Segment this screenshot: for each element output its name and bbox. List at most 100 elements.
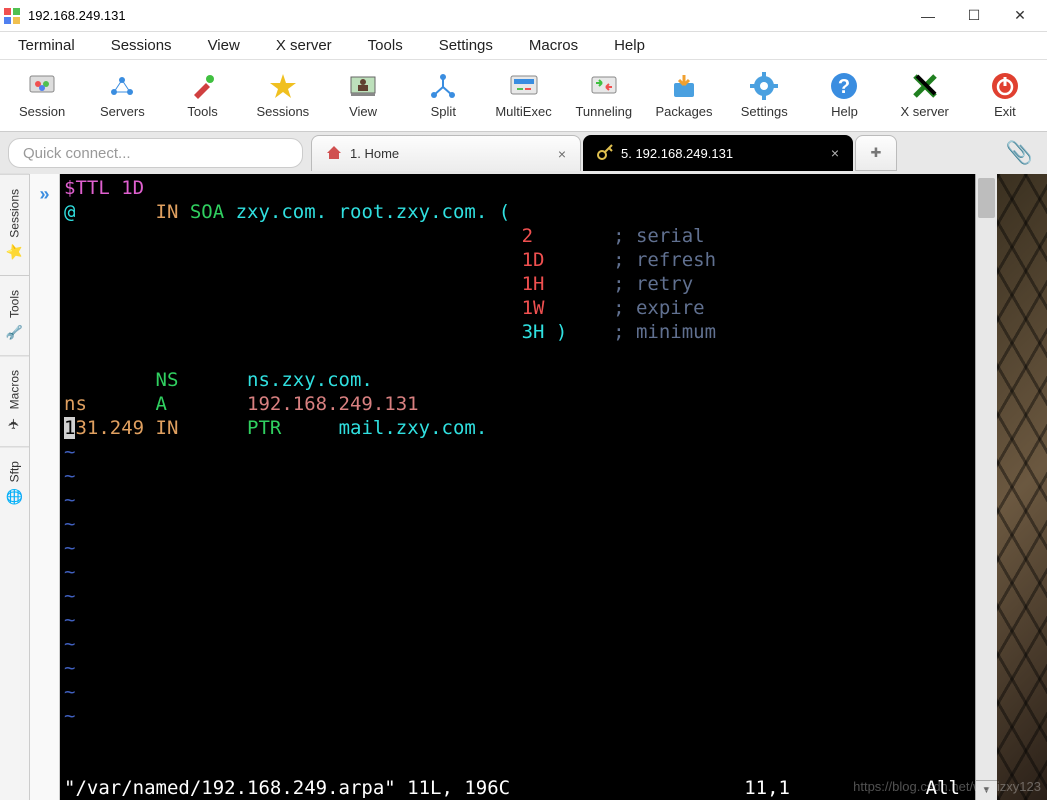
packages-icon [669, 72, 699, 100]
sidetab-label: Sftp [8, 461, 22, 482]
term-comment: ; retry [613, 273, 693, 295]
term-text: ns.zxy.com. [247, 369, 373, 391]
menu-help[interactable]: Help [596, 32, 663, 59]
view-icon [348, 72, 378, 100]
tools-icon [188, 72, 218, 100]
term-text: mail.zxy.com. [339, 417, 488, 439]
paperclip-icon[interactable]: 📎 [1006, 140, 1033, 166]
terminal[interactable]: $TTL 1D @ IN SOA zxy.com. root.zxy.com. … [60, 174, 975, 800]
term-text: PTR [247, 417, 339, 439]
term-comment: ; expire [613, 297, 705, 319]
tool-split[interactable]: Split [403, 61, 483, 131]
title-text: 192.168.249.131 [28, 8, 905, 23]
work-area: ⭐ Sessions 🔧Tools ✈ Macros 🌐Sftp » $TTL 1D… [0, 174, 1047, 800]
tool-label: Servers [100, 104, 145, 119]
tool-session[interactable]: Session [2, 61, 82, 131]
term-tilde: ~ [64, 537, 75, 559]
term-value: 3H ) [522, 321, 568, 343]
tool-settings[interactable]: Settings [724, 61, 804, 131]
term-tilde: ~ [64, 441, 75, 463]
tool-label: Help [831, 104, 858, 119]
term-tilde: ~ [64, 609, 75, 631]
tool-view[interactable]: View [323, 61, 403, 131]
menu-xserver[interactable]: X server [258, 32, 350, 59]
help-icon: ? [829, 72, 859, 100]
term-tilde: ~ [64, 705, 75, 727]
term-text: $TTL 1D [64, 177, 144, 199]
servers-icon [107, 72, 137, 100]
term-tilde: ~ [64, 681, 75, 703]
maximize-button[interactable]: ☐ [951, 1, 997, 31]
term-tilde: ~ [64, 465, 75, 487]
tab-add-button[interactable]: ✚ [855, 135, 897, 171]
toolbar: Session Servers Tools Sessions View Spli… [0, 60, 1047, 132]
menu-tools[interactable]: Tools [350, 32, 421, 59]
tool-xserver[interactable]: X server [885, 61, 965, 131]
menu-macros[interactable]: Macros [511, 32, 596, 59]
term-text: IN [156, 201, 190, 223]
tool-label: Sessions [256, 104, 309, 119]
sidetab-tools[interactable]: 🔧Tools [0, 275, 29, 355]
tool-label: View [349, 104, 377, 119]
menu-settings[interactable]: Settings [421, 32, 511, 59]
tool-exit[interactable]: Exit [965, 61, 1045, 131]
tool-label: Packages [655, 104, 712, 119]
status-file: "/var/named/192.168.249.arpa" 11L, 196C [64, 776, 510, 800]
tool-label: MultiExec [495, 104, 551, 119]
watermark: https://blog.csdn.net/woaizxy123 [853, 779, 1041, 794]
tab-session-active[interactable]: 5. 192.168.249.131 × [583, 135, 853, 171]
tool-servers[interactable]: Servers [82, 61, 162, 131]
term-text: SOA [190, 201, 236, 223]
menu-sessions[interactable]: Sessions [93, 32, 190, 59]
term-comment: ; serial [613, 225, 705, 247]
term-value: 2 [522, 225, 533, 247]
term-comment: ; refresh [613, 249, 716, 271]
status-pos: 11,1 [744, 776, 790, 800]
close-button[interactable]: ✕ [997, 1, 1043, 31]
tool-sessions[interactable]: Sessions [243, 61, 323, 131]
x-icon [910, 72, 940, 100]
term-text: 192.168.249.131 [247, 393, 419, 415]
minimize-button[interactable]: — [905, 1, 951, 31]
term-tilde: ~ [64, 585, 75, 607]
term-value: 1D [522, 249, 545, 271]
menu-terminal[interactable]: Terminal [0, 32, 93, 59]
term-text: A [156, 393, 248, 415]
tab-close-icon[interactable]: × [558, 146, 566, 162]
term-text: 31.249 [75, 417, 155, 439]
term-tilde: ~ [64, 657, 75, 679]
tunneling-icon [589, 72, 619, 100]
tab-home[interactable]: 1. Home × [311, 135, 581, 171]
sidetab-macros[interactable]: ✈ Macros [0, 355, 29, 446]
term-text: IN [156, 417, 248, 439]
tool-label: Settings [741, 104, 788, 119]
scrollbar[interactable]: ▼ [975, 174, 997, 800]
send-icon: ✈ [6, 418, 23, 430]
titlebar: 192.168.249.131 — ☐ ✕ [0, 0, 1047, 32]
session-icon [27, 72, 57, 100]
tool-label: Tools [187, 104, 217, 119]
menu-view[interactable]: View [190, 32, 258, 59]
star-icon [268, 72, 298, 100]
sidetab-sessions[interactable]: ⭐ Sessions [0, 174, 29, 275]
sidetab-label: Macros [8, 370, 22, 409]
quick-connect-input[interactable]: Quick connect... [8, 138, 303, 168]
tool-label: Split [431, 104, 456, 119]
tool-label: X server [900, 104, 948, 119]
tool-help[interactable]: ? Help [804, 61, 884, 131]
cursor: 1 [64, 417, 75, 439]
scroll-thumb[interactable] [978, 178, 995, 218]
tool-packages[interactable]: Packages [644, 61, 724, 131]
tools-icon: 🔧 [6, 324, 23, 341]
star-icon: ⭐ [6, 243, 23, 260]
sidebar-expand[interactable]: » [30, 174, 60, 800]
sidetab-label: Sessions [8, 189, 22, 238]
tab-close-icon[interactable]: × [831, 145, 839, 161]
tool-tunneling[interactable]: Tunneling [564, 61, 644, 131]
term-tilde: ~ [64, 513, 75, 535]
sidetab-sftp[interactable]: 🌐Sftp [0, 446, 29, 519]
tool-multiexec[interactable]: MultiExec [483, 61, 563, 131]
tool-tools[interactable]: Tools [162, 61, 242, 131]
left-sidebar-tabs: ⭐ Sessions 🔧Tools ✈ Macros 🌐Sftp [0, 174, 30, 800]
term-tilde: ~ [64, 489, 75, 511]
